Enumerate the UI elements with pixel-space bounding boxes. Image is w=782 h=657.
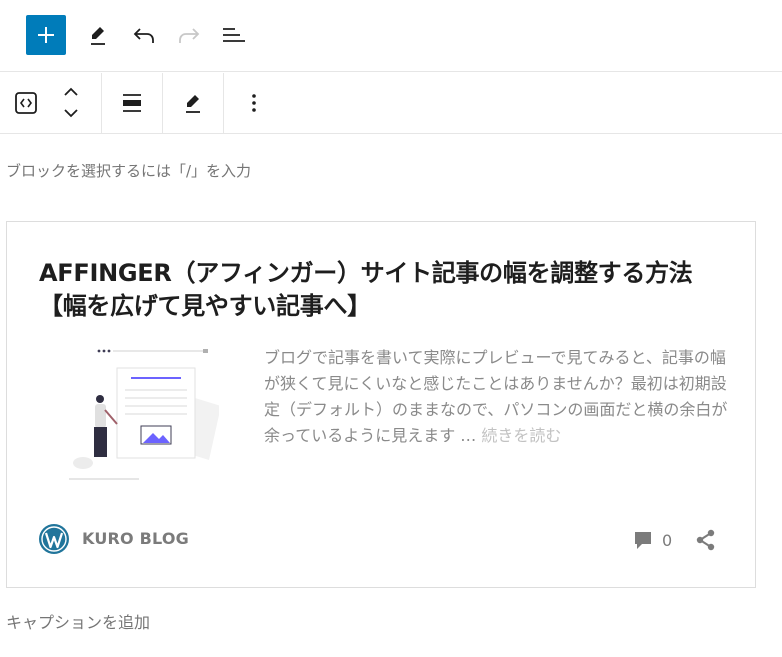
share-icon[interactable] bbox=[695, 529, 717, 555]
plus-icon bbox=[38, 27, 54, 43]
move-up-button[interactable] bbox=[58, 82, 84, 102]
block-inserter-button[interactable] bbox=[26, 15, 66, 55]
comment-count: 0 bbox=[662, 531, 673, 550]
pencil-icon bbox=[91, 27, 105, 45]
edit-url-button[interactable] bbox=[178, 88, 208, 118]
block-toolbar-group-align bbox=[102, 73, 163, 133]
align-button[interactable] bbox=[117, 88, 147, 118]
tools-button[interactable] bbox=[84, 20, 112, 50]
block-toolbar bbox=[0, 73, 782, 134]
more-options-icon bbox=[252, 94, 256, 112]
list-view-icon bbox=[223, 28, 245, 42]
card-excerpt: ブログで記事を書いて実際にプレビューで見てみると、記事の幅が狭くて見にくいなと感… bbox=[264, 345, 734, 449]
redo-button[interactable] bbox=[174, 20, 204, 50]
comment-icon[interactable] bbox=[633, 530, 653, 554]
embed-icon bbox=[15, 92, 37, 114]
undo-button[interactable] bbox=[129, 20, 159, 50]
block-toolbar-group-edit bbox=[163, 73, 224, 133]
card-thumbnail bbox=[59, 348, 221, 488]
read-more-link[interactable]: 続きを読む bbox=[481, 426, 561, 445]
block-toolbar-group-type bbox=[0, 73, 102, 133]
block-type-button[interactable] bbox=[10, 88, 42, 118]
wordpress-logo-icon bbox=[38, 523, 70, 555]
list-view-button[interactable] bbox=[219, 20, 249, 50]
block-placeholder[interactable]: ブロックを選択するには「/」を入力 bbox=[6, 160, 251, 181]
move-up-icon bbox=[64, 87, 78, 96]
move-down-icon bbox=[64, 109, 78, 118]
move-down-button[interactable] bbox=[58, 103, 84, 123]
undo-icon bbox=[133, 28, 154, 43]
document-illustration-icon bbox=[69, 349, 221, 480]
site-name[interactable]: KURO BLOG bbox=[82, 529, 189, 548]
redo-icon bbox=[179, 28, 200, 43]
embed-card[interactable]: AFFINGER（アフィンガー）サイト記事の幅を調整する方法【幅を広げて見やすい… bbox=[6, 221, 756, 588]
align-icon bbox=[123, 94, 141, 112]
more-options-button[interactable] bbox=[239, 88, 269, 118]
card-title[interactable]: AFFINGER（アフィンガー）サイト記事の幅を調整する方法【幅を広げて見やすい… bbox=[39, 257, 739, 323]
edit-icon bbox=[186, 95, 200, 113]
caption-input[interactable]: キャプションを追加 bbox=[6, 609, 150, 633]
editor-top-toolbar bbox=[0, 0, 782, 72]
